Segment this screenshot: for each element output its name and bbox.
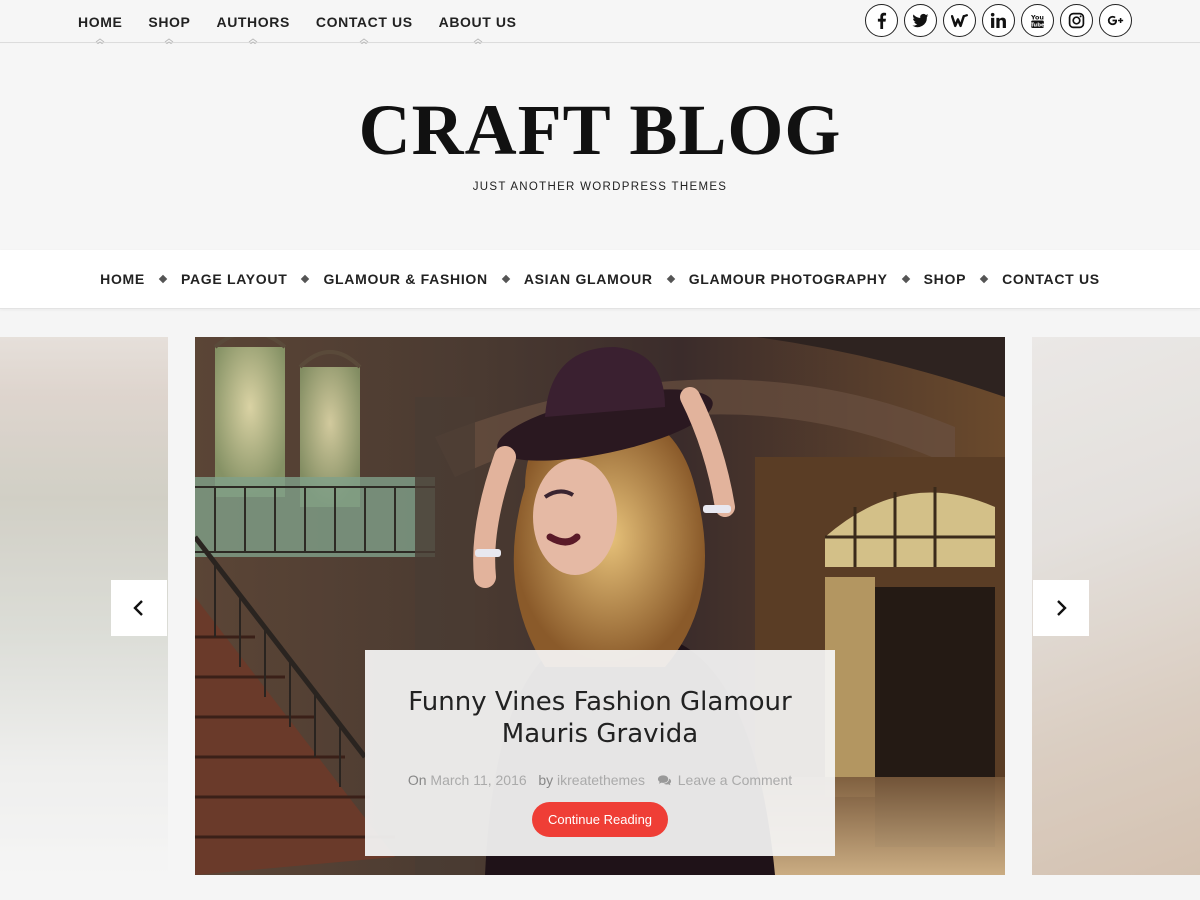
main-nav-page-layout[interactable]: PAGE LAYOUT [181, 271, 288, 287]
site-header: CRAFT BLOG JUST ANOTHER WORDPRESS THEMES [0, 44, 1200, 250]
main-nav-glamour-fashion[interactable]: GLAMOUR & FASHION [323, 271, 487, 287]
top-nav-home[interactable]: HOME [78, 12, 123, 45]
top-nav-shop[interactable]: SHOP [148, 12, 191, 45]
author-by-label: by [538, 772, 554, 788]
youtube-icon[interactable]: You Tube [1021, 4, 1054, 37]
slide-caption: Funny Vines Fashion Glamour Mauris Gravi… [365, 650, 835, 856]
top-nav-contact-us[interactable]: CONTACT US [315, 12, 413, 45]
top-nav-label: AUTHORS [216, 13, 290, 30]
diamond-separator-icon [666, 274, 675, 284]
diamond-separator-icon [501, 274, 511, 284]
slider-next-button[interactable] [1033, 580, 1089, 636]
posted-on-label: On [407, 772, 427, 788]
slider-prev-button[interactable] [111, 580, 167, 636]
site-title[interactable]: CRAFT BLOG [0, 94, 1200, 166]
top-bar: HOME SHOP AUTHORS CONTACT US ABOUT US Yo… [0, 0, 1200, 45]
main-nav-shop[interactable]: SHOP [924, 271, 966, 287]
google-plus-icon[interactable] [1099, 4, 1132, 37]
top-nav: HOME SHOP AUTHORS CONTACT US ABOUT US [78, 0, 517, 45]
top-nav-label: SHOP [148, 13, 191, 30]
diamond-separator-icon [979, 274, 989, 284]
chevron-right-icon [1057, 600, 1067, 616]
chevron-left-icon [133, 600, 143, 616]
top-nav-about-us[interactable]: ABOUT US [438, 12, 517, 45]
diamond-separator-icon [901, 274, 910, 284]
svg-text:You: You [1030, 13, 1044, 21]
comments-icon [657, 775, 671, 786]
twitter-icon[interactable] [904, 4, 937, 37]
main-nav-home[interactable]: HOME [100, 271, 145, 287]
instagram-icon[interactable] [1060, 4, 1093, 37]
wattpad-icon[interactable] [943, 4, 976, 37]
top-nav-authors[interactable]: AUTHORS [216, 12, 290, 45]
top-nav-label: HOME [78, 13, 123, 30]
continue-reading-button[interactable]: Continue Reading [531, 802, 669, 837]
main-nav-glamour-photography[interactable]: GLAMOUR PHOTOGRAPHY [689, 271, 888, 287]
top-nav-label: CONTACT US [315, 13, 413, 30]
top-nav-label: ABOUT US [438, 13, 517, 30]
svg-text:Tube: Tube [1030, 22, 1045, 28]
site-tagline: JUST ANOTHER WORDPRESS THEMES [472, 181, 728, 193]
main-nav: HOME PAGE LAYOUT GLAMOUR & FASHION ASIAN… [0, 250, 1200, 309]
post-meta: On March 11, 2016 by ikreatethemes Leave… [365, 772, 835, 788]
post-title[interactable]: Funny Vines Fashion Glamour Mauris Gravi… [365, 686, 835, 750]
featured-slider: Funny Vines Fashion Glamour Mauris Gravi… [0, 337, 1200, 875]
diamond-separator-icon [158, 274, 168, 284]
social-links: You Tube [865, 4, 1132, 37]
main-nav-contact-us[interactable]: CONTACT US [1002, 271, 1100, 287]
diamond-separator-icon [301, 274, 310, 284]
facebook-icon[interactable] [865, 4, 898, 37]
post-date[interactable]: March 11, 2016 [430, 772, 526, 788]
main-nav-asian-glamour[interactable]: ASIAN GLAMOUR [524, 271, 653, 287]
post-author[interactable]: ikreatethemes [557, 772, 645, 788]
linkedin-icon[interactable] [982, 4, 1015, 37]
leave-comment-link[interactable]: Leave a Comment [678, 772, 792, 788]
